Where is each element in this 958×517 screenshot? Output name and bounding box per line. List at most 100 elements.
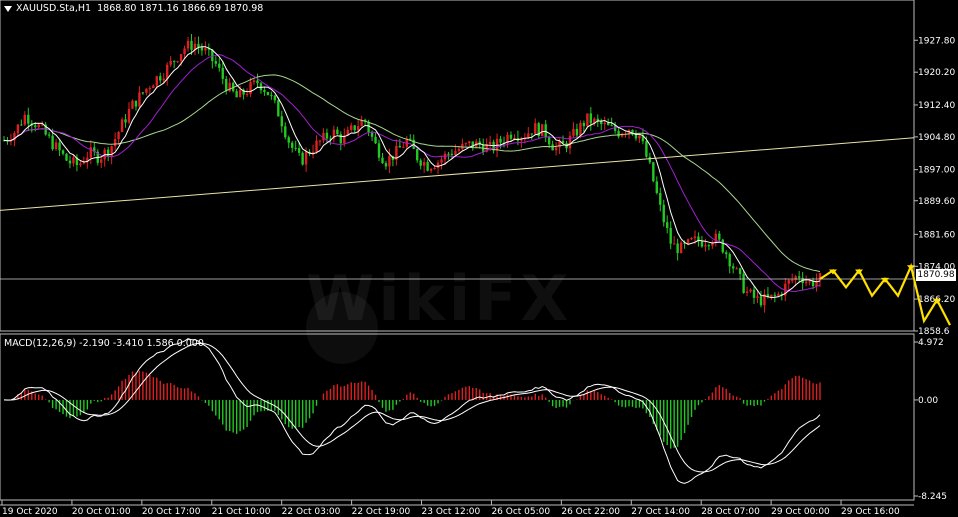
candle-body bbox=[384, 163, 388, 167]
chart-canvas[interactable]: 1927.80 1920.20 1912.40 1904.80 1897.00 1889.… bbox=[0, 0, 958, 517]
candle-body bbox=[419, 160, 422, 166]
candle-body bbox=[134, 100, 138, 107]
candle-body bbox=[752, 289, 756, 298]
candle-body bbox=[47, 134, 51, 136]
candle-body bbox=[287, 137, 290, 143]
current-price-label: 1870.98 bbox=[916, 269, 956, 281]
candle-body bbox=[544, 124, 547, 138]
candle-body bbox=[176, 61, 179, 63]
candle-body bbox=[745, 291, 749, 293]
ma-fast-line bbox=[3, 46, 821, 299]
candle-body bbox=[113, 139, 117, 147]
candle-body bbox=[464, 143, 468, 145]
ohlc-values: 1868.80 1871.16 1866.69 1870.98 bbox=[97, 3, 264, 14]
candle-body bbox=[634, 134, 638, 139]
candle-body bbox=[183, 48, 186, 55]
candle-body bbox=[106, 149, 110, 157]
candle-body bbox=[197, 43, 200, 48]
candle-body bbox=[725, 252, 728, 255]
candle-body bbox=[509, 134, 513, 139]
candle-body bbox=[551, 144, 554, 151]
candle-body bbox=[166, 64, 169, 79]
candle-body bbox=[738, 268, 742, 274]
candle-body bbox=[454, 150, 457, 156]
candle-body bbox=[655, 181, 658, 194]
candle-body bbox=[204, 48, 207, 51]
candle-body bbox=[190, 40, 193, 51]
candle-body bbox=[273, 95, 277, 101]
time-axis-label: 26 Oct 05:00 bbox=[491, 507, 550, 517]
candle-body bbox=[186, 40, 190, 49]
time-axis-label: 29 Oct 16:00 bbox=[841, 507, 900, 517]
candle-body bbox=[218, 63, 221, 68]
candle-body bbox=[690, 238, 693, 240]
candle-body bbox=[398, 145, 402, 148]
candle-body bbox=[429, 168, 433, 171]
candle-body bbox=[20, 124, 23, 126]
candle-body bbox=[686, 239, 690, 244]
time-axis-label: 20 Oct 17:00 bbox=[142, 507, 201, 517]
candle-body bbox=[603, 122, 606, 125]
candle-body bbox=[461, 143, 464, 150]
candle-body bbox=[58, 142, 61, 151]
candle-body bbox=[284, 126, 287, 138]
candle-body bbox=[777, 293, 780, 296]
candle-body bbox=[141, 92, 145, 94]
time-axis-label: 23 Oct 12:00 bbox=[422, 507, 481, 517]
macd-plot-frame bbox=[0, 333, 915, 501]
candle-body bbox=[325, 132, 329, 139]
candle-body bbox=[65, 153, 68, 161]
candle-body bbox=[169, 60, 172, 65]
candle-body bbox=[662, 204, 665, 223]
candle-body bbox=[259, 83, 263, 91]
candle-body bbox=[294, 147, 297, 149]
price-axis-label: 1881.60 bbox=[918, 230, 955, 240]
candle-body bbox=[315, 140, 318, 152]
candle-body bbox=[700, 241, 704, 247]
time-axis-label: 22 Oct 03:00 bbox=[282, 507, 341, 517]
ma-mid-line bbox=[3, 54, 821, 293]
candle-body bbox=[436, 162, 440, 169]
candle-body bbox=[610, 125, 613, 127]
candle-body bbox=[120, 119, 124, 132]
candle-body bbox=[704, 245, 707, 247]
triangle-down-icon[interactable] bbox=[4, 5, 12, 12]
candle-body bbox=[416, 148, 419, 161]
candle-body bbox=[252, 80, 256, 83]
candle-body bbox=[568, 135, 572, 149]
ma-slow-line bbox=[3, 74, 821, 273]
candle-body bbox=[155, 76, 158, 86]
candle-body bbox=[245, 93, 249, 95]
candle-body bbox=[148, 88, 152, 90]
candle-body bbox=[433, 168, 436, 170]
price-axis-label: 1897.00 bbox=[918, 166, 955, 176]
price-axis-label: 1927.80 bbox=[918, 36, 955, 46]
watermark-text: WikiFX bbox=[306, 262, 573, 335]
candle-body bbox=[742, 273, 745, 293]
candle-body bbox=[756, 296, 759, 298]
candle-body bbox=[457, 149, 461, 151]
candle-body bbox=[238, 89, 242, 98]
candle-body bbox=[422, 162, 426, 166]
candle-body bbox=[353, 125, 356, 131]
candle-body bbox=[304, 151, 308, 165]
candle-body bbox=[277, 100, 280, 117]
candle-body bbox=[131, 100, 134, 109]
candle-body bbox=[728, 254, 731, 267]
candle-body bbox=[589, 113, 593, 124]
candle-body bbox=[225, 78, 228, 92]
candle-body bbox=[495, 138, 499, 151]
candle-body bbox=[152, 85, 155, 89]
price-axis-label: 1920.20 bbox=[918, 68, 955, 78]
candle-body bbox=[773, 294, 777, 296]
candle-body bbox=[221, 67, 224, 79]
candle-body bbox=[34, 125, 37, 128]
candle-body bbox=[266, 92, 270, 96]
candle-body bbox=[735, 268, 738, 270]
candle-body bbox=[547, 137, 551, 145]
candle-body bbox=[214, 61, 218, 64]
candle-body bbox=[117, 131, 120, 140]
time-axis-label: 20 Oct 01:00 bbox=[72, 507, 131, 517]
candle-body bbox=[770, 294, 773, 298]
candle-body bbox=[381, 157, 384, 164]
